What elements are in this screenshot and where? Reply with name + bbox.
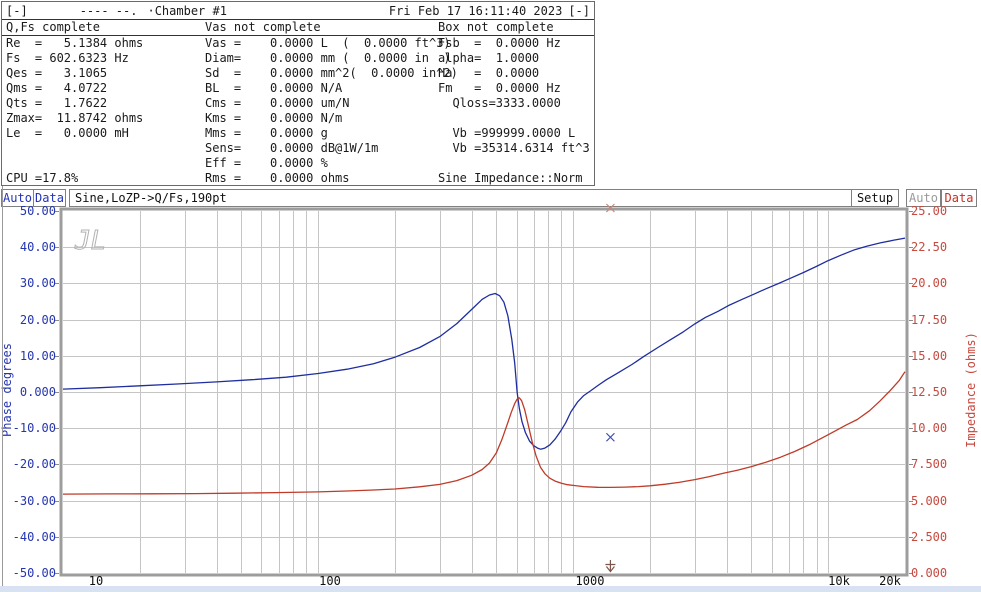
left-axis-tick-label: -20.00 xyxy=(0,457,56,471)
right-axis-tick-label: 0.000 xyxy=(911,566,973,580)
left-axis-tick-label: 40.00 xyxy=(0,240,56,254)
left-axis-tick-label: 30.00 xyxy=(0,276,56,290)
param-cell-col3: alpha= 1.0000 xyxy=(438,51,539,65)
status-vas: Vas not complete xyxy=(205,20,321,34)
param-cell-col1: Qms = 4.0722 xyxy=(6,81,107,95)
left-axis-tick-label: 20.00 xyxy=(0,313,56,327)
param-row: CPU =17.8% Rms = 0.0000 ohms Sine Impedanc… xyxy=(2,171,594,186)
setup-button[interactable]: Setup xyxy=(851,189,899,207)
param-cell-col2: Sd = 0.0000 mm^2( 0.0000 in^2) xyxy=(205,66,458,80)
param-cell-col1: Qes = 3.1065 xyxy=(6,66,107,80)
param-cell-col3: Fm = 0.0000 Hz xyxy=(438,81,561,95)
param-cell-col3: Fsb = 0.0000 Hz xyxy=(438,36,561,50)
param-cell-col2: Mms = 0.0000 g xyxy=(205,126,328,140)
window-minimize-control-left[interactable]: [-] xyxy=(6,4,28,18)
status-box: Box not complete xyxy=(438,20,554,34)
titlebar-dashes: ---- --. xyxy=(80,4,138,18)
param-cell-col2: Sens= 0.0000 dB@1W/1m xyxy=(205,141,378,155)
param-cell-col2: Diam= 0.0000 mm ( 0.0000 in ) xyxy=(205,51,451,65)
param-row: Eff = 0.0000 % xyxy=(2,156,594,171)
right-axis-title: Impedance (ohms) xyxy=(964,315,978,465)
param-cell-col3: Sine Impedance::Norm xyxy=(438,171,583,185)
left-axis-tick-label: -50.00 xyxy=(0,566,56,580)
right-axis-tick-label: 20.00 xyxy=(911,276,973,290)
window-minimize-control-right[interactable]: [-] xyxy=(568,4,590,18)
measurement-panel: [-] ---- --. ·Chamber #1 Fri Feb 17 16:1… xyxy=(1,1,595,186)
param-cell-col2: Eff = 0.0000 % xyxy=(205,156,328,170)
panel-titlebar: [-] ---- --. ·Chamber #1 Fri Feb 17 16:1… xyxy=(2,2,594,20)
status-qfs: Q,Fs complete xyxy=(6,20,100,34)
right-axis-tick-label: 25.00 xyxy=(911,204,973,218)
param-cell-col1: Fs = 602.6323 Hz xyxy=(6,51,129,65)
titlebar-datetime: Fri Feb 17 16:11:40 2023 xyxy=(389,4,562,18)
app-logo: JL xyxy=(74,226,106,256)
chart-title: Sine,LoZP->Q/Fs,190pt xyxy=(69,189,852,207)
param-row: Le = 0.0000 mH Mms = 0.0000 g Vb =999999.… xyxy=(2,126,594,141)
param-row: Re = 5.1384 ohms Vas = 0.0000 L ( 0.0000 … xyxy=(2,36,594,51)
right-axis-tick-label: 22.50 xyxy=(911,240,973,254)
titlebar-document-title: ·Chamber #1 xyxy=(147,4,226,18)
param-cell-col2: BL = 0.0000 N/A xyxy=(205,81,342,95)
param-cell-col2: Vas = 0.0000 L ( 0.0000 ft^3) xyxy=(205,36,451,50)
impedance-phase-plot: JL xyxy=(63,211,905,573)
left-axis-tick-label: 50.00 xyxy=(0,204,56,218)
param-row: Qts = 1.7622 Cms = 0.0000 um/N Qloss=3333… xyxy=(2,96,594,111)
param-row: Qes = 3.1065 Sd = 0.0000 mm^2( 0.0000 in^… xyxy=(2,66,594,81)
param-row: Sens= 0.0000 dB@1W/1m Vb =35314.6314 ft^… xyxy=(2,141,594,156)
param-cell-col2: Cms = 0.0000 um/N xyxy=(205,96,350,110)
param-cell-col1: Le = 0.0000 mH xyxy=(6,126,129,140)
param-cell-col3: Vb =999999.0000 L xyxy=(438,126,575,140)
param-cell-col2: Kms = 0.0000 N/m xyxy=(205,111,342,125)
left-axis-tick-label: -30.00 xyxy=(0,494,56,508)
param-row: Qms = 4.0722 BL = 0.0000 N/A Fm = 0.0000 H… xyxy=(2,81,594,96)
param-cell-col3: Qloss=3333.0000 xyxy=(438,96,561,110)
status-strip xyxy=(0,586,981,592)
param-cell-col1: CPU =17.8% xyxy=(6,171,78,185)
param-row: Zmax= 11.8742 ohms Kms = 0.0000 N/m xyxy=(2,111,594,126)
left-axis-tick-label: -40.00 xyxy=(0,530,56,544)
right-axis-tick-label: 2.500 xyxy=(911,530,973,544)
param-row: Fs = 602.6323 Hz Diam= 0.0000 mm ( 0.0000… xyxy=(2,51,594,66)
param-cell-col1: Qts = 1.7622 xyxy=(6,96,107,110)
section-status-row: Q,Fs complete Vas not complete Box not c… xyxy=(2,20,594,36)
parameter-rows: Re = 5.1384 ohms Vas = 0.0000 L ( 0.0000 … xyxy=(2,36,594,186)
param-cell-col2: Rms = 0.0000 ohms xyxy=(205,171,350,185)
param-cell-col3: Ha = 0.0000 xyxy=(438,66,539,80)
right-axis-tick-label: 5.000 xyxy=(911,494,973,508)
param-cell-col3: Vb =35314.6314 ft^3 xyxy=(438,141,590,155)
param-cell-col1: Zmax= 11.8742 ohms xyxy=(6,111,143,125)
app-window: [-] ---- --. ·Chamber #1 Fri Feb 17 16:1… xyxy=(0,0,981,592)
param-cell-col1: Re = 5.1384 ohms xyxy=(6,36,143,50)
window-frame-left xyxy=(2,186,3,586)
